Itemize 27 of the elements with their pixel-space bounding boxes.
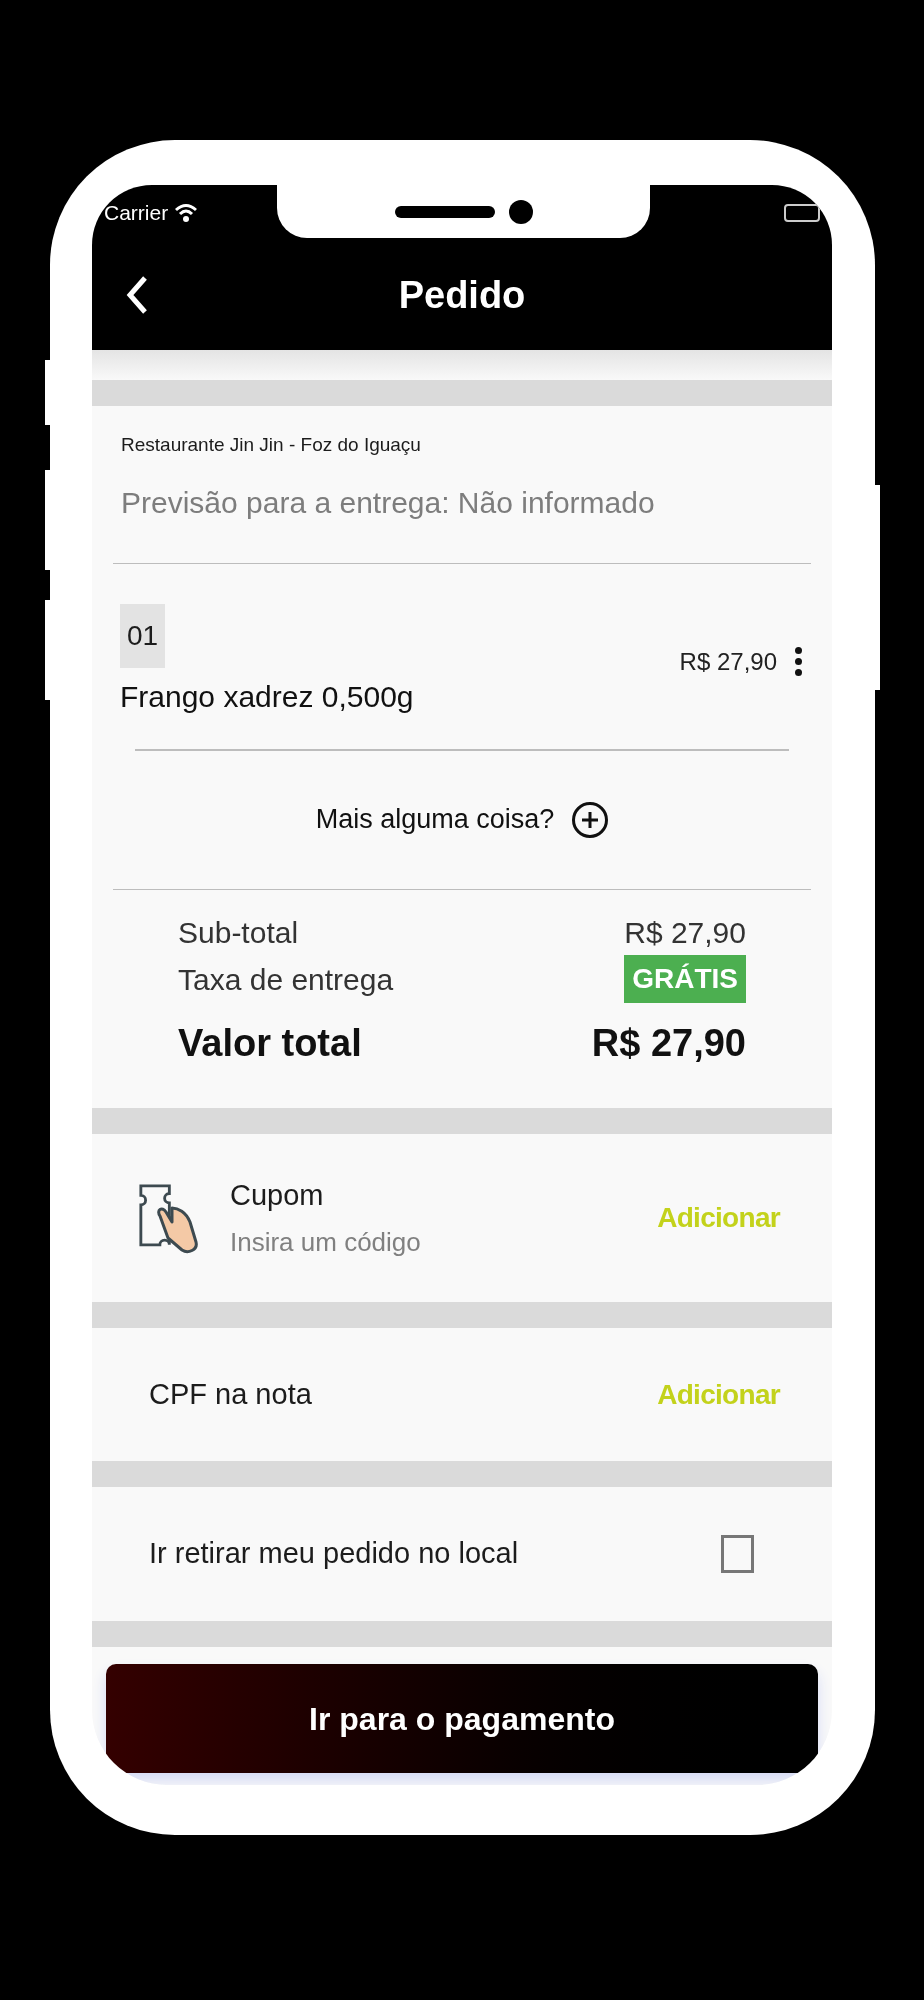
coupon-hand-icon (138, 1182, 200, 1254)
option-label: Ir retirar meu pedido no local (149, 1536, 519, 1572)
checkout-button[interactable]: Ir para o pagamento (106, 1664, 818, 1773)
subtotal-value: R$ 27,90 (624, 915, 746, 951)
item-price: R$ 27,90 (679, 646, 777, 677)
add-coupon-link[interactable]: Adicionar (657, 1197, 780, 1239)
add-icon[interactable] (572, 801, 609, 838)
free-delivery-badge: GRÁTIS (624, 955, 746, 1003)
total-value: R$ 27,90 (591, 1021, 746, 1066)
item-quantity: 01 (120, 604, 165, 668)
restaurant-name: Restaurante Jin Jin - Foz do Iguaçu (121, 433, 422, 457)
item-name: Frango xadrez 0,500g (120, 679, 414, 715)
subtotal-label: Sub-total (178, 915, 299, 951)
battery-icon (784, 203, 820, 222)
coupon-hint: Insira um código (230, 1226, 421, 1260)
wifi-icon (174, 202, 199, 223)
pickup-checkbox[interactable] (721, 1535, 754, 1573)
option-label: CPF na nota (149, 1376, 312, 1412)
delivery-estimate: Previsão para a entrega: Não informado (121, 484, 656, 521)
header-title: Pedido (398, 272, 526, 318)
delivery-fee-label: Taxa de entrega (178, 961, 394, 998)
carrier-label: Carrier (104, 199, 169, 226)
add-more-label: Mais alguma coisa? (315, 803, 555, 837)
coupon-title: Cupom (230, 1177, 325, 1213)
add-cpf-link[interactable]: Adicionar (657, 1373, 780, 1416)
total-label: Valor total (178, 1021, 362, 1066)
more-options-icon[interactable] (793, 647, 804, 676)
